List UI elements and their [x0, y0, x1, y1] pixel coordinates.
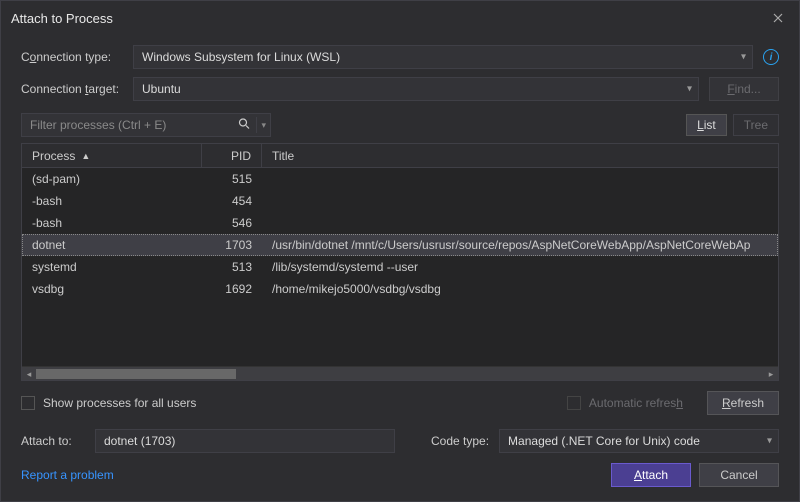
titlebar: Attach to Process	[1, 1, 799, 35]
connection-target-label: Connection target:	[21, 82, 133, 96]
find-button: Find...	[709, 77, 779, 101]
cell-pid: 546	[202, 212, 262, 234]
attach-to-field[interactable]: dotnet (1703)	[95, 429, 395, 453]
footer-buttons: Attach Cancel	[611, 463, 779, 487]
horizontal-scrollbar[interactable]: ◂ ▸	[22, 366, 778, 380]
filter-row: Filter processes (Ctrl + E) ▾ List Tree	[21, 113, 779, 137]
options-row: Show processes for all users Automatic r…	[21, 391, 779, 415]
table-row[interactable]: vsdbg1692/home/mikejo5000/vsdbg/vsdbg	[22, 278, 778, 300]
column-header-pid[interactable]: PID	[202, 144, 262, 168]
scroll-right-icon[interactable]: ▸	[764, 367, 778, 381]
dialog-content: Connection type: Windows Subsystem for L…	[1, 35, 799, 453]
cell-title	[262, 190, 778, 212]
table-row[interactable]: -bash454	[22, 190, 778, 212]
connection-type-value: Windows Subsystem for Linux (WSL)	[142, 50, 340, 64]
table-row[interactable]: (sd-pam)515	[22, 168, 778, 190]
search-icon[interactable]	[238, 118, 250, 133]
list-view-toggle[interactable]: List	[686, 114, 727, 136]
report-problem-link[interactable]: Report a problem	[21, 468, 114, 482]
table-row[interactable]: -bash546	[22, 212, 778, 234]
column-header-process[interactable]: Process ▲	[22, 144, 202, 168]
cell-title: /usr/bin/dotnet /mnt/c/Users/usrusr/sour…	[262, 234, 778, 256]
connection-type-label: Connection type:	[21, 50, 133, 64]
close-button[interactable]	[763, 7, 793, 29]
cell-process: dotnet	[22, 234, 202, 256]
scroll-left-icon[interactable]: ◂	[22, 367, 36, 381]
cell-process: -bash	[22, 190, 202, 212]
attach-to-row: Attach to: dotnet (1703) Code type: Mana…	[21, 429, 779, 453]
process-table: Process ▲ PID Title (sd-pam)515-bash454-…	[21, 143, 779, 381]
cell-process: systemd	[22, 256, 202, 278]
connection-type-row: Connection type: Windows Subsystem for L…	[21, 45, 779, 69]
sort-asc-icon: ▲	[81, 151, 90, 161]
table-header: Process ▲ PID Title	[22, 144, 778, 168]
cell-process: -bash	[22, 212, 202, 234]
show-all-users-checkbox[interactable]	[21, 396, 35, 410]
scrollbar-thumb[interactable]	[36, 369, 236, 379]
view-toggle-group: List Tree	[686, 114, 779, 136]
filter-dropdown-arrow[interactable]: ▾	[256, 117, 266, 133]
cell-pid: 1692	[202, 278, 262, 300]
show-all-users-label: Show processes for all users	[43, 396, 196, 410]
column-header-title[interactable]: Title	[262, 144, 778, 168]
cell-title: /lib/systemd/systemd --user	[262, 256, 778, 278]
info-icon[interactable]: i	[763, 49, 779, 65]
cancel-button[interactable]: Cancel	[699, 463, 779, 487]
attach-to-process-dialog: Attach to Process Connection type: Windo…	[0, 0, 800, 502]
cell-title	[262, 168, 778, 190]
dialog-title: Attach to Process	[11, 11, 113, 26]
cell-process: vsdbg	[22, 278, 202, 300]
cell-pid: 454	[202, 190, 262, 212]
cell-process: (sd-pam)	[22, 168, 202, 190]
table-body: (sd-pam)515-bash454-bash546dotnet1703/us…	[22, 168, 778, 366]
dialog-footer: Report a problem Attach Cancel	[1, 453, 799, 501]
table-row[interactable]: dotnet1703/usr/bin/dotnet /mnt/c/Users/u…	[22, 234, 778, 256]
cell-pid: 513	[202, 256, 262, 278]
filter-placeholder: Filter processes (Ctrl + E)	[30, 118, 166, 132]
chevron-down-icon: ▾	[767, 436, 772, 447]
connection-target-row: Connection target: Ubuntu ▾ Find...	[21, 77, 779, 101]
cell-title	[262, 212, 778, 234]
chevron-down-icon: ▾	[687, 84, 692, 95]
auto-refresh-checkbox	[567, 396, 581, 410]
connection-target-value: Ubuntu	[142, 82, 181, 96]
attach-button[interactable]: Attach	[611, 463, 691, 487]
filter-input[interactable]: Filter processes (Ctrl + E) ▾	[21, 113, 271, 137]
auto-refresh-label: Automatic refresh	[589, 396, 683, 410]
cell-title: /home/mikejo5000/vsdbg/vsdbg	[262, 278, 778, 300]
attach-to-label: Attach to:	[21, 434, 85, 448]
tree-view-toggle: Tree	[733, 114, 779, 136]
connection-target-select[interactable]: Ubuntu ▾	[133, 77, 699, 101]
cell-pid: 515	[202, 168, 262, 190]
close-icon	[773, 13, 783, 23]
code-type-label: Code type:	[431, 434, 489, 448]
cell-pid: 1703	[202, 234, 262, 256]
refresh-button[interactable]: Refresh	[707, 391, 779, 415]
connection-type-select[interactable]: Windows Subsystem for Linux (WSL) ▾	[133, 45, 753, 69]
table-row[interactable]: systemd513/lib/systemd/systemd --user	[22, 256, 778, 278]
code-type-select[interactable]: Managed (.NET Core for Unix) code ▾	[499, 429, 779, 453]
chevron-down-icon: ▾	[741, 52, 746, 63]
